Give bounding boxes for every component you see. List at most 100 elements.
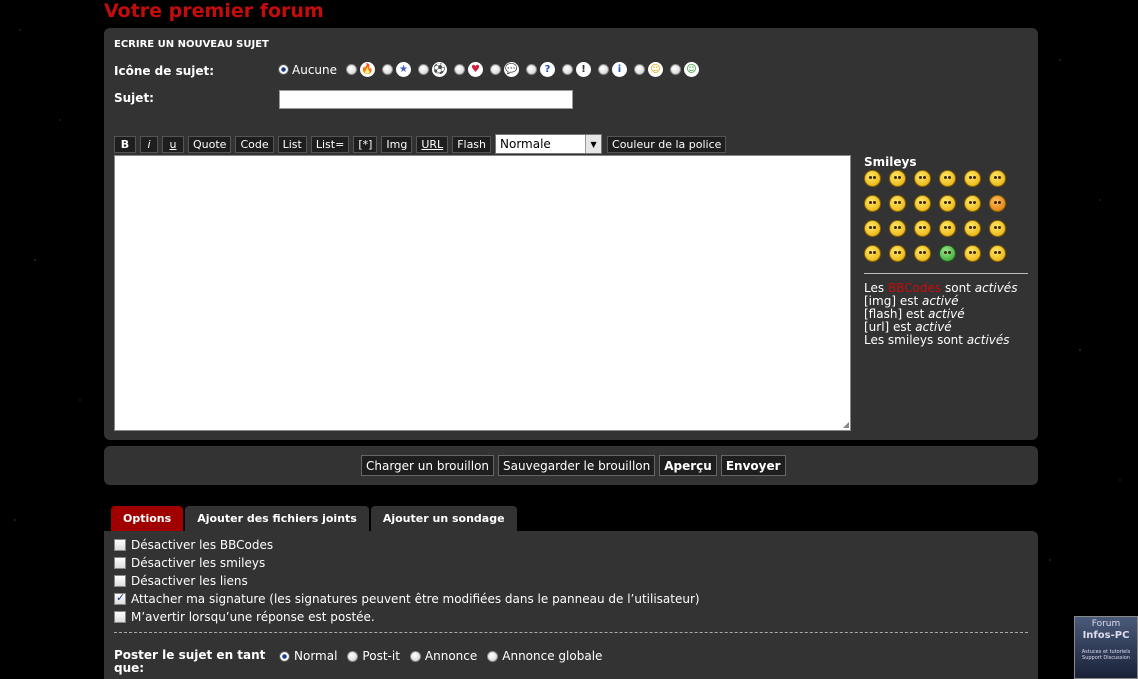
forum-badge-logo[interactable]: Forum Infos-PC Astuces et tutoriels Supp… bbox=[1074, 616, 1138, 679]
post-as-normal-radio[interactable] bbox=[279, 650, 290, 662]
smiley-icon[interactable] bbox=[964, 220, 981, 237]
smiley-icon[interactable] bbox=[989, 220, 1006, 237]
smiley-icon[interactable] bbox=[989, 170, 1006, 187]
smiley-icon[interactable] bbox=[939, 195, 956, 212]
quote-button[interactable]: Quote bbox=[188, 135, 232, 153]
warning-icon: ! bbox=[576, 62, 592, 77]
save-draft-button[interactable]: Sauvegarder le brouillon bbox=[498, 455, 656, 476]
topic-icon-option-none[interactable]: Aucune bbox=[278, 63, 342, 77]
topic-icon-radio[interactable] bbox=[490, 64, 502, 75]
post-as-postit-radio[interactable] bbox=[347, 650, 359, 662]
url-status-state: activé bbox=[915, 320, 952, 334]
post-as-normal-label: Normal bbox=[294, 649, 338, 663]
attach-signature-checkbox[interactable] bbox=[114, 591, 126, 605]
post-as-announce-radio[interactable] bbox=[409, 650, 421, 662]
font-size-select[interactable]: Normale ▼ bbox=[495, 134, 603, 154]
preview-button[interactable]: Aperçu bbox=[659, 455, 717, 476]
smiley-icon[interactable] bbox=[989, 245, 1006, 262]
code-button[interactable]: Code bbox=[235, 135, 274, 153]
font-color-button[interactable]: Couleur de la police bbox=[607, 135, 727, 153]
topic-icon-radio[interactable] bbox=[634, 64, 646, 75]
smiley-icon[interactable] bbox=[989, 195, 1006, 212]
notify-label: M’avertir lorsqu’une réponse est postée. bbox=[131, 610, 375, 624]
load-draft-button[interactable]: Charger un brouillon bbox=[361, 455, 495, 476]
smiley-icon[interactable] bbox=[964, 170, 981, 187]
smiley-icon[interactable] bbox=[889, 170, 906, 187]
submit-button[interactable]: Envoyer bbox=[720, 455, 786, 476]
option-notify: M’avertir lorsqu’une réponse est postée. bbox=[114, 608, 700, 626]
topic-icon-radio[interactable] bbox=[562, 64, 574, 75]
page-title[interactable]: Votre premier forum bbox=[104, 0, 324, 22]
topic-icon-option[interactable]: i bbox=[598, 62, 630, 77]
smiley-icon[interactable] bbox=[914, 220, 931, 237]
tab-attachments[interactable]: Ajouter des fichiers joints bbox=[185, 506, 369, 531]
underline-button[interactable]: u bbox=[162, 135, 184, 153]
topic-icon-option[interactable]: ♥ bbox=[454, 62, 486, 77]
info-icon: i bbox=[612, 62, 628, 77]
img-button[interactable]: Img bbox=[381, 135, 413, 153]
smiley-icon[interactable] bbox=[939, 245, 956, 262]
post-as-global-label: Annonce globale bbox=[502, 649, 603, 663]
url-button[interactable]: URL bbox=[416, 135, 449, 153]
speech-bubble-icon: 💬 bbox=[504, 62, 520, 77]
smiley-icon[interactable] bbox=[964, 245, 981, 262]
topic-icon-radio[interactable] bbox=[346, 64, 358, 75]
smiley-icon[interactable] bbox=[964, 195, 981, 212]
topic-icon-radio[interactable] bbox=[526, 64, 538, 75]
bbcode-status-state: activés bbox=[974, 281, 1018, 295]
tab-options[interactable]: Options bbox=[111, 506, 184, 531]
smiley-icon[interactable] bbox=[939, 170, 956, 187]
smiley-icon[interactable] bbox=[939, 220, 956, 237]
topic-icon-option[interactable]: ? bbox=[526, 62, 558, 77]
smiley-icon[interactable] bbox=[864, 170, 881, 187]
topic-icon-option[interactable]: ★ bbox=[382, 62, 414, 77]
bold-button[interactable]: B bbox=[114, 135, 136, 153]
topic-icon-option[interactable]: 💬 bbox=[490, 62, 522, 77]
topic-icon-option[interactable]: 🔥 bbox=[346, 62, 378, 77]
topic-icon-radio[interactable] bbox=[670, 64, 682, 75]
smiley-icon[interactable] bbox=[914, 170, 931, 187]
bbcode-status: Les BBCodes sont activés [img] est activ… bbox=[864, 282, 1017, 347]
italic-button[interactable]: i bbox=[140, 135, 158, 153]
post-as-options: Normal Post-it Annonce Annonce globale bbox=[279, 649, 612, 663]
topic-icon-radio-none[interactable] bbox=[278, 64, 289, 75]
bbcodes-link[interactable]: BBCodes bbox=[888, 281, 941, 295]
topic-icon-option[interactable]: ⚽ bbox=[418, 62, 450, 77]
topic-icon-option[interactable]: ! bbox=[562, 62, 594, 77]
option-attach-signature: Attacher ma signature (les signatures pe… bbox=[114, 590, 700, 608]
post-as-global-radio[interactable] bbox=[487, 650, 499, 662]
topic-icon-radio[interactable] bbox=[418, 64, 430, 75]
topic-icon-radio[interactable] bbox=[454, 64, 466, 75]
smiley-icon[interactable] bbox=[889, 245, 906, 262]
notify-checkbox[interactable] bbox=[114, 611, 126, 623]
green-smiley-icon: ☺ bbox=[684, 62, 700, 77]
tab-poll[interactable]: Ajouter un sondage bbox=[370, 506, 517, 531]
topic-icon-radio[interactable] bbox=[598, 64, 610, 75]
flash-status-state: activé bbox=[928, 307, 965, 321]
options-panel: Désactiver les BBCodes Désactiver les sm… bbox=[104, 531, 1038, 679]
topic-icon-options: Aucune 🔥 ★ ⚽ ♥ 💬?! i ☺ ☺ bbox=[278, 62, 706, 77]
chevron-down-icon[interactable]: ▼ bbox=[585, 135, 602, 153]
topic-icon-radio[interactable] bbox=[382, 64, 394, 75]
smiley-icon[interactable] bbox=[864, 245, 881, 262]
actions-panel: Charger un brouillon Sauvegarder le brou… bbox=[104, 446, 1038, 485]
topic-icon-option[interactable]: ☺ bbox=[670, 62, 702, 77]
smiley-icon[interactable] bbox=[889, 195, 906, 212]
resize-handle-icon[interactable]: ◢ bbox=[843, 420, 849, 429]
topic-icon-option[interactable]: ☺ bbox=[634, 62, 666, 77]
ordered-list-button[interactable]: List= bbox=[310, 135, 350, 153]
smiley-icon[interactable] bbox=[914, 195, 931, 212]
subject-input[interactable] bbox=[279, 90, 573, 109]
message-textarea[interactable]: ◢ bbox=[114, 155, 851, 431]
list-item-button[interactable]: [*] bbox=[353, 135, 378, 153]
disable-links-checkbox[interactable] bbox=[114, 575, 126, 587]
smiley-icon[interactable] bbox=[889, 220, 906, 237]
list-button[interactable]: List bbox=[277, 135, 307, 153]
smiley-icon[interactable] bbox=[914, 245, 931, 262]
disable-smileys-checkbox[interactable] bbox=[114, 557, 126, 569]
flash-button[interactable]: Flash bbox=[452, 135, 492, 153]
section-title: ECRIRE UN NOUVEAU SUJET bbox=[114, 39, 269, 50]
disable-bbcode-checkbox[interactable] bbox=[114, 539, 126, 551]
smiley-icon[interactable] bbox=[864, 220, 881, 237]
smiley-icon[interactable] bbox=[864, 195, 881, 212]
